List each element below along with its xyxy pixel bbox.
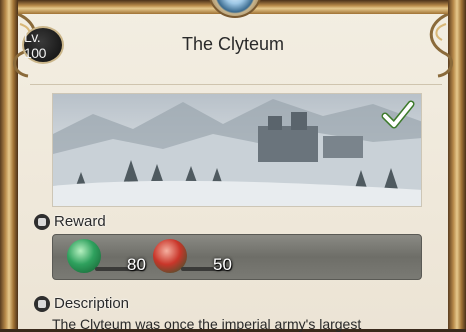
reward-label: Reward bbox=[54, 213, 106, 230]
reward-icon bbox=[34, 213, 50, 230]
reward-item[interactable]: 80 bbox=[67, 239, 149, 277]
reward-header: Reward bbox=[34, 213, 106, 230]
snowy-ruins-image bbox=[53, 94, 421, 206]
checkmark-icon bbox=[381, 100, 415, 129]
reward-item[interactable]: 50 bbox=[153, 239, 235, 277]
top-emblem-icon bbox=[208, 0, 262, 18]
duty-preview-image bbox=[52, 93, 422, 207]
description-icon bbox=[34, 295, 50, 312]
description-label: Description bbox=[54, 295, 130, 312]
duty-title: The Clyteum bbox=[181, 34, 285, 54]
duty-info-window: Lv. 100 The Clyteum Reward 80 50 Descrip… bbox=[0, 0, 466, 332]
description-header: Description bbox=[34, 295, 129, 312]
reward-amount: 80 bbox=[127, 255, 146, 274]
reward-panel: 80 50 bbox=[52, 234, 422, 280]
title-divider bbox=[30, 84, 442, 85]
description-text: The Clyteum was once the imperial army's… bbox=[52, 316, 362, 332]
reward-amount: 50 bbox=[213, 255, 232, 274]
